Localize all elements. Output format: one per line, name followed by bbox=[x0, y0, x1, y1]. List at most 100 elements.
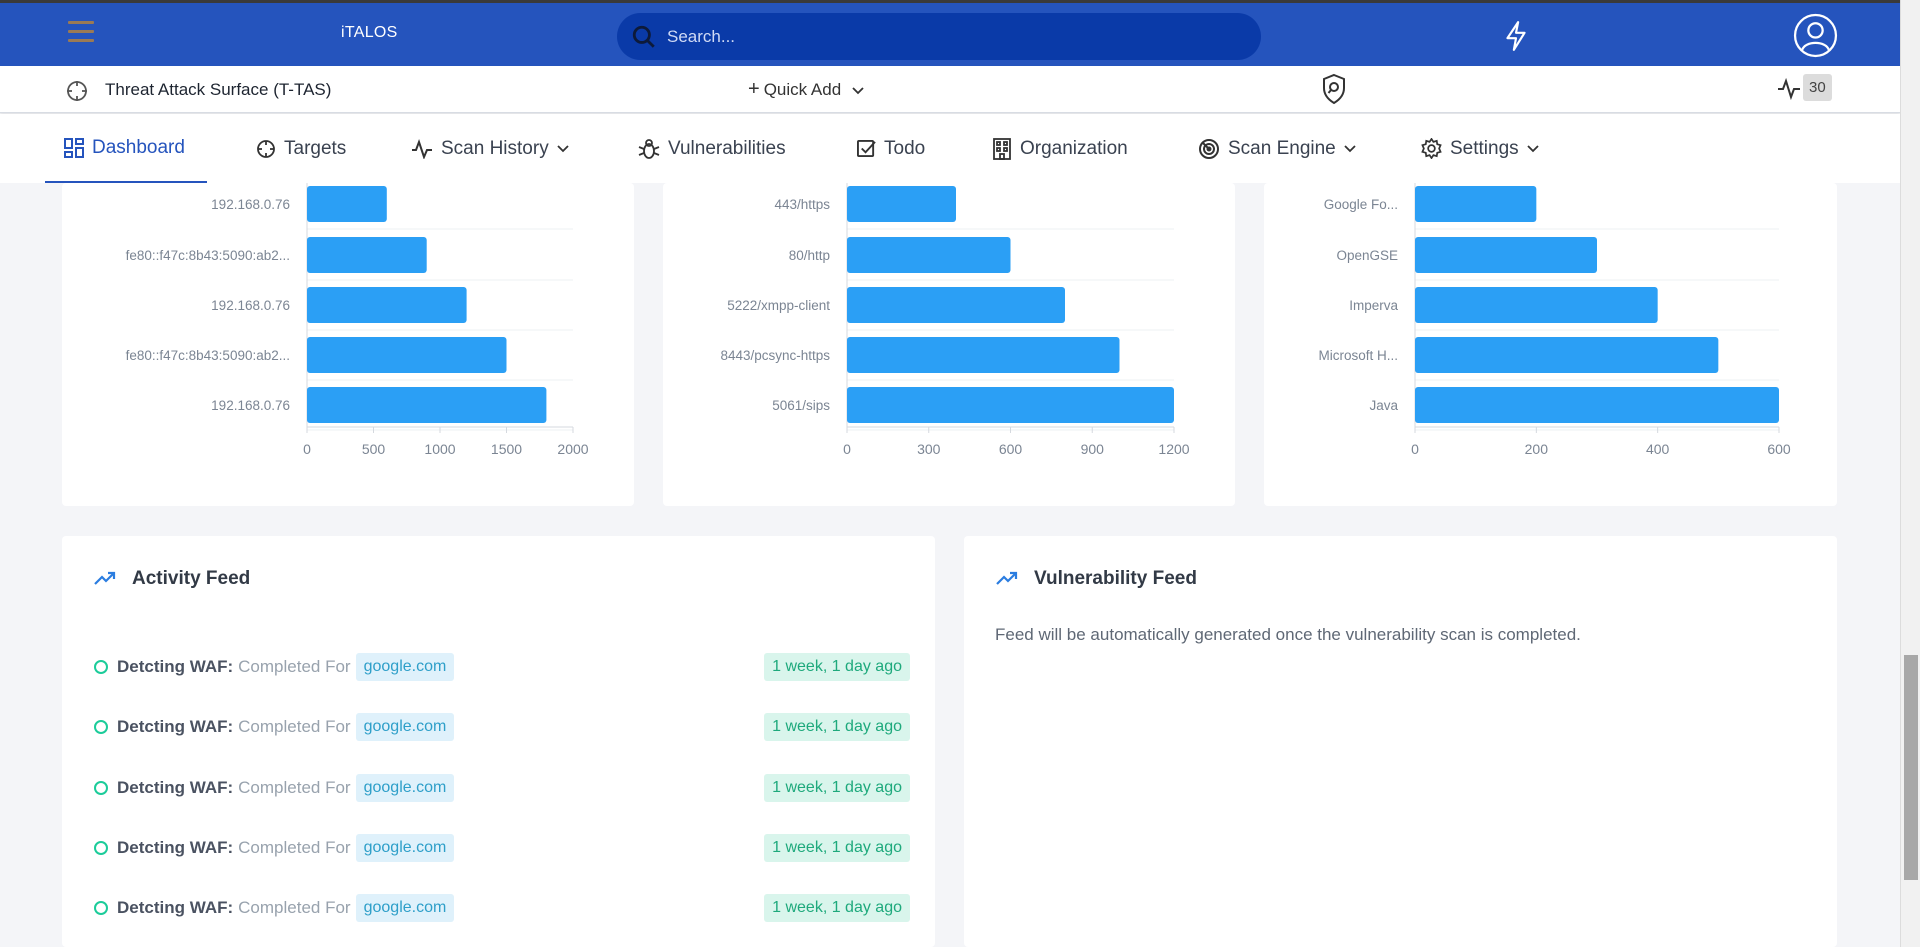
activity-target-link[interactable]: google.com bbox=[355, 834, 455, 862]
bar bbox=[307, 287, 467, 323]
brand-logo[interactable]: iTALOS bbox=[341, 24, 398, 42]
category-label: 5222/xmpp-client bbox=[727, 298, 830, 313]
activity-count-badge[interactable]: 30 bbox=[1803, 74, 1832, 101]
chevron-down-icon bbox=[852, 87, 864, 95]
user-avatar-icon[interactable] bbox=[1793, 13, 1838, 58]
activity-item: Detcting WAF: Completed For google.com 1 we… bbox=[94, 832, 910, 864]
category-label: Microsoft H... bbox=[1318, 348, 1398, 363]
chart-card-ips: 0 500 1000 1500 2000 192.168.0.76 fe80::f47c:8… bbox=[62, 183, 634, 506]
ip-addresses-chart: 0 500 1000 1500 2000192.168.0.76fe80::f47c:8… bbox=[126, 183, 589, 457]
x-tick-label: 400 bbox=[1646, 441, 1670, 457]
lightning-icon[interactable] bbox=[1503, 20, 1529, 52]
project-name[interactable]: Threat Attack Surface (T-TAS) bbox=[105, 80, 331, 100]
chart-card-technologies: 0 200 400 600 Google Fo... OpenGSE Imperva Micr… bbox=[1264, 183, 1837, 506]
chevron-down-icon bbox=[1344, 144, 1356, 152]
search-input[interactable] bbox=[667, 13, 1227, 60]
tab-label: Settings bbox=[1450, 137, 1519, 159]
x-tick-label: 0 bbox=[303, 441, 311, 457]
category-label: 5061/sips bbox=[772, 398, 830, 413]
vulnerability-feed-message: Feed will be automatically generated onc… bbox=[995, 625, 1581, 644]
activity-target-link[interactable]: google.com bbox=[355, 713, 455, 741]
category-label: OpenGSE bbox=[1336, 248, 1398, 263]
search-icon bbox=[632, 25, 655, 48]
bar bbox=[307, 186, 387, 222]
status-circle-icon bbox=[94, 901, 108, 915]
bar bbox=[307, 387, 547, 423]
tab-label: Vulnerabilities bbox=[668, 137, 786, 159]
activity-time-badge: 1 week, 1 day ago bbox=[764, 774, 910, 802]
tab-scan-history[interactable]: Scan History bbox=[411, 114, 569, 183]
bar bbox=[847, 237, 1011, 273]
chevron-down-icon bbox=[1527, 144, 1539, 152]
bar bbox=[1415, 337, 1719, 373]
activity-description: Completed For bbox=[238, 717, 351, 736]
chart-card-ports: 0 300 600 900 1200 443/https 80/http 5222/xmpp-… bbox=[663, 183, 1235, 506]
tab-dashboard[interactable]: Dashboard bbox=[45, 114, 207, 183]
activity-time-badge: 1 week, 1 day ago bbox=[764, 834, 910, 862]
tab-todo[interactable]: Todo bbox=[857, 114, 925, 183]
x-tick-label: 900 bbox=[1081, 441, 1105, 457]
chevron-down-icon bbox=[557, 144, 569, 152]
tab-label: Scan Engine bbox=[1228, 137, 1336, 159]
category-label: 192.168.0.76 bbox=[211, 398, 290, 413]
trending-up-icon bbox=[996, 571, 1018, 585]
menu-toggle-icon[interactable] bbox=[68, 21, 94, 43]
vulnerability-feed-card: Vulnerability Feed Feed will be automati… bbox=[964, 536, 1837, 947]
tab-label: Organization bbox=[1020, 137, 1128, 159]
category-label: Java bbox=[1369, 398, 1398, 413]
crosshair-icon bbox=[257, 139, 275, 158]
bug-icon bbox=[638, 138, 660, 159]
activity-target-link[interactable]: google.com bbox=[355, 774, 455, 802]
activity-target-link[interactable]: google.com bbox=[355, 653, 455, 681]
tab-targets[interactable]: Targets bbox=[256, 114, 346, 183]
activity-item: Detcting WAF: Completed For google.com 1 we… bbox=[94, 651, 910, 683]
category-label: 192.168.0.76 bbox=[211, 197, 290, 212]
activity-feed-card: Activity Feed Detcting WAF: Completed For… bbox=[62, 536, 935, 947]
bar bbox=[1415, 387, 1779, 423]
trending-up-icon bbox=[94, 571, 116, 585]
scrollbar-thumb[interactable] bbox=[1904, 655, 1918, 880]
category-label: fe80::f47c:8b43:5090:ab2... bbox=[126, 248, 290, 263]
x-tick-label: 1000 bbox=[424, 441, 455, 457]
bar bbox=[847, 287, 1065, 323]
quick-add-button[interactable]: + Quick Add bbox=[748, 78, 864, 101]
tab-organization[interactable]: Organization bbox=[992, 114, 1128, 183]
tab-scan-engine[interactable]: Scan Engine bbox=[1198, 114, 1356, 183]
category-label: 443/https bbox=[774, 197, 830, 212]
tab-vulnerabilities[interactable]: Vulnerabilities bbox=[638, 114, 786, 183]
activity-feed-title: Activity Feed bbox=[132, 568, 251, 589]
checkbox-icon bbox=[857, 139, 876, 158]
category-label: 80/http bbox=[789, 248, 830, 263]
bar bbox=[1415, 186, 1537, 222]
page-scrollbar[interactable] bbox=[1900, 0, 1920, 947]
search-bar[interactable] bbox=[617, 13, 1261, 60]
activity-item: Detcting WAF: Completed For google.com 1 we… bbox=[94, 711, 910, 743]
activity-item: Detcting WAF: Completed For google.com 1 we… bbox=[94, 772, 910, 804]
status-circle-icon bbox=[94, 781, 108, 795]
activity-pulse-icon[interactable] bbox=[1777, 75, 1801, 101]
activity-title: Detcting WAF: bbox=[117, 838, 234, 857]
shield-search-icon[interactable] bbox=[1321, 73, 1347, 105]
category-label: 192.168.0.76 bbox=[211, 298, 290, 313]
x-tick-label: 600 bbox=[1767, 441, 1791, 457]
category-label: Google Fo... bbox=[1324, 197, 1398, 212]
x-tick-label: 0 bbox=[1411, 441, 1419, 457]
bar bbox=[847, 186, 956, 222]
activity-time-badge: 1 week, 1 day ago bbox=[764, 653, 910, 681]
tab-label: Dashboard bbox=[92, 136, 185, 158]
main-nav: Dashboard Targets Scan History Vulnerabi… bbox=[0, 114, 1900, 183]
tab-settings[interactable]: Settings bbox=[1421, 114, 1539, 183]
status-circle-icon bbox=[94, 660, 108, 674]
x-tick-label: 2000 bbox=[557, 441, 588, 457]
activity-description: Completed For bbox=[238, 838, 351, 857]
radar-icon bbox=[1199, 138, 1219, 159]
status-circle-icon bbox=[94, 720, 108, 734]
activity-target-link[interactable]: google.com bbox=[355, 894, 455, 922]
activity-title: Detcting WAF: bbox=[117, 778, 234, 797]
activity-time-badge: 1 week, 1 day ago bbox=[764, 713, 910, 741]
bar bbox=[307, 237, 427, 273]
bar bbox=[307, 337, 507, 373]
x-tick-label: 0 bbox=[843, 441, 851, 457]
plus-icon: + bbox=[748, 78, 760, 100]
status-circle-icon bbox=[94, 841, 108, 855]
